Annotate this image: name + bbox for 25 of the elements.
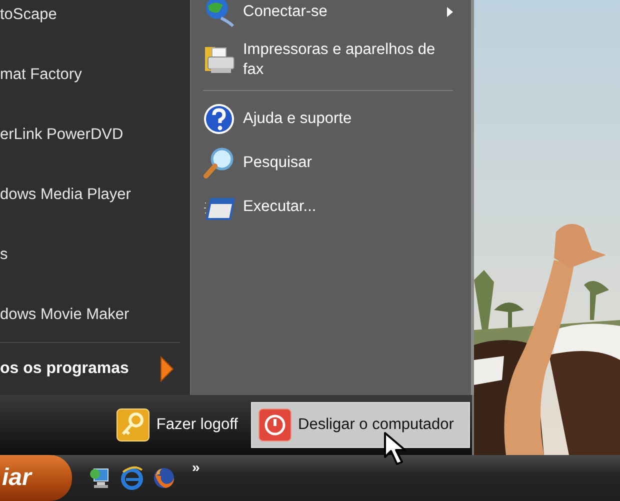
program-item[interactable]: mat Factory xyxy=(0,60,82,89)
program-item[interactable]: erLink PowerDVD xyxy=(0,120,124,149)
start-button[interactable]: iar xyxy=(0,455,72,501)
logoff-button[interactable]: Fazer logoff xyxy=(109,402,245,448)
all-programs-item[interactable]: os os programas xyxy=(0,343,190,395)
power-icon xyxy=(258,408,292,442)
program-item[interactable]: toScape xyxy=(0,0,57,29)
menu-item[interactable]: Executar... xyxy=(203,185,453,229)
globe-icon xyxy=(203,0,235,28)
printer-icon xyxy=(203,44,235,76)
shutdown-button[interactable]: Desligar o computador xyxy=(251,402,470,448)
menu-item[interactable]: Conectar-se xyxy=(203,0,453,34)
menu-item[interactable]: Pesquisar xyxy=(203,141,453,185)
search-icon xyxy=(203,147,235,179)
arrow-icon xyxy=(160,356,174,382)
program-item[interactable]: s xyxy=(0,240,8,269)
cursor-icon xyxy=(383,431,409,467)
key-icon xyxy=(116,408,150,442)
program-item[interactable]: dows Movie Maker xyxy=(0,300,130,329)
menu-item[interactable]: Impressoras e aparelhos de fax xyxy=(203,34,453,91)
menu-item[interactable]: Ajuda e suporte xyxy=(203,97,453,141)
overflow-button[interactable]: » xyxy=(190,459,202,475)
help-icon xyxy=(203,103,235,135)
arrow-icon xyxy=(447,7,453,17)
program-item[interactable]: dows Media Player xyxy=(0,180,131,209)
